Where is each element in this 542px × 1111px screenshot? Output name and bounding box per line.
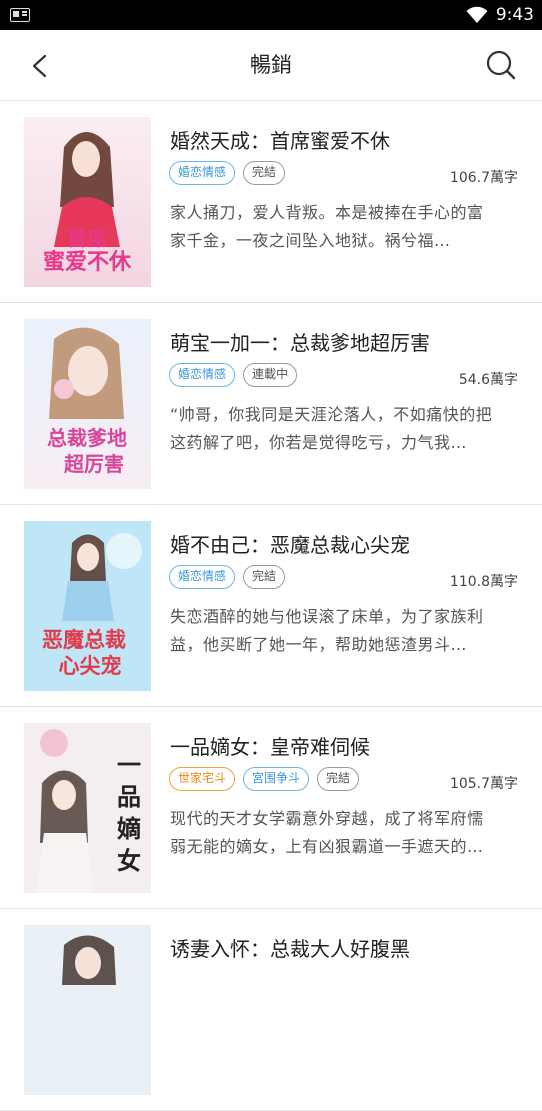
status-badge: 完結 [243, 161, 286, 185]
tag-list: 世家宅斗 宮围争斗 完結 [169, 767, 360, 791]
svg-text:心尖宠: 心尖宠 [59, 653, 122, 678]
book-item[interactable]: 总裁爹地 超厉害 萌宝一加一：总裁爹地超厉害 婚恋情感 連載中 54.6萬字 “… [0, 303, 542, 505]
svg-text:嫡: 嫡 [117, 814, 141, 843]
book-cover: 总裁爹地 超厉害 [24, 319, 151, 489]
book-item[interactable]: 首席 蜜爱不休 婚然天成：首席蜜爱不休 婚恋情感 完結 106.7萬字 家人捅刀… [0, 101, 542, 303]
category-tag[interactable]: 世家宅斗 [169, 767, 236, 791]
book-description: 失恋酒醉的她与他误滚了床单，为了家族利 益，他买断了她一年，帮助她惩渣男斗… [170, 607, 484, 654]
status-badge: 連載中 [243, 363, 298, 387]
book-title: 诱妻入怀：总裁大人好腹黑 [170, 937, 410, 961]
status-badge: 完結 [243, 565, 286, 589]
clock: 9:43 [495, 5, 534, 25]
svg-text:总裁爹地: 总裁爹地 [47, 426, 127, 450]
svg-text:首席: 首席 [67, 226, 107, 250]
svg-text:恶魔总裁: 恶魔总裁 [42, 627, 126, 652]
book-title: 萌宝一加一：总裁爹地超厉害 [170, 331, 430, 355]
page-title: 暢銷 [250, 53, 292, 77]
category-tag[interactable]: 婚恋情感 [169, 161, 236, 185]
book-description: 家人捅刀，爱人背叛。本是被捧在手心的富 家千金，一夜之间坠入地狱。祸兮福… [170, 203, 484, 250]
book-description: 现代的天才女学霸意外穿越，成了将军府懦 弱无能的嫡女，上有凶狠霸道一手遮天的… [170, 809, 484, 856]
top-bar: 暢銷 [0, 30, 542, 101]
book-cover: 恶魔总裁 心尖宠 [24, 521, 151, 691]
search-button[interactable] [482, 46, 520, 84]
status-bar: 9:43 [0, 0, 542, 30]
book-description: “帅哥，你我同是天涯沦落人，不如痛快的把 这药解了吧，你若是觉得吃亏，力气我… [170, 405, 493, 452]
tag-list: 婚恋情感 完結 [169, 161, 286, 185]
notification-icon [10, 8, 30, 22]
word-count: 105.7萬字 [449, 776, 518, 792]
book-title: 一品嫡女：皇帝难伺候 [170, 735, 370, 759]
word-count: 54.6萬字 [458, 372, 518, 388]
book-title: 婚不由己：恶魔总裁心尖宠 [170, 533, 410, 557]
svg-text:品: 品 [117, 782, 141, 811]
svg-text:一: 一 [117, 750, 141, 779]
book-title: 婚然天成：首席蜜爱不休 [170, 129, 390, 153]
tag-list: 婚恋情感 連載中 [169, 363, 298, 387]
book-cover: 一 品 嫡 女 [24, 723, 151, 893]
word-count: 110.8萬字 [449, 574, 518, 590]
tag-list: 婚恋情感 完結 [169, 565, 286, 589]
book-item[interactable]: 恶魔总裁 心尖宠 婚不由己：恶魔总裁心尖宠 婚恋情感 完結 110.8萬字 失恋… [0, 505, 542, 707]
wifi-icon [466, 6, 488, 23]
category-tag[interactable]: 婚恋情感 [169, 565, 236, 589]
search-icon [486, 50, 516, 80]
svg-text:蜜爱不休: 蜜爱不休 [43, 249, 132, 275]
book-item[interactable]: 诱妻入怀：总裁大人好腹黑 [0, 909, 542, 1111]
book-list: 首席 蜜爱不休 婚然天成：首席蜜爱不休 婚恋情感 完結 106.7萬字 家人捅刀… [0, 101, 542, 1111]
category-tag[interactable]: 宮围争斗 [243, 767, 310, 791]
book-item[interactable]: 一 品 嫡 女 一品嫡女：皇帝难伺候 世家宅斗 宮围争斗 完結 105.7萬字 … [0, 707, 542, 909]
category-tag[interactable]: 婚恋情感 [169, 363, 236, 387]
book-cover: 首席 蜜爱不休 [24, 117, 151, 287]
svg-text:女: 女 [117, 846, 141, 875]
svg-text:超厉害: 超厉害 [63, 452, 124, 476]
book-cover [24, 925, 151, 1095]
status-badge: 完結 [317, 767, 360, 791]
word-count: 106.7萬字 [449, 170, 518, 186]
